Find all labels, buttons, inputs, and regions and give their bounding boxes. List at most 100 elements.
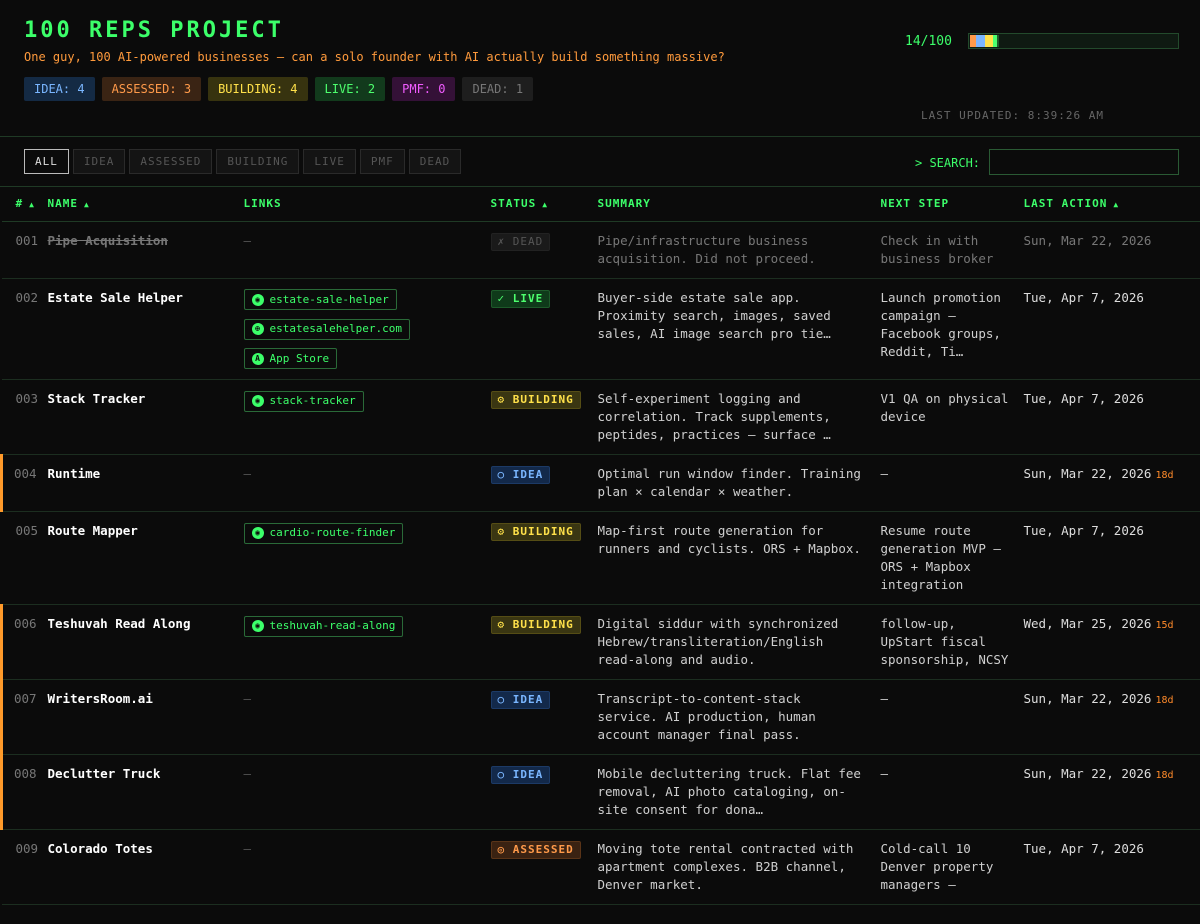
link-app-store[interactable]: A App Store xyxy=(243,348,338,369)
table-row[interactable]: 001 Pipe Acquisition — ✗ DEAD Pipe/infrastru… xyxy=(1,221,1200,279)
building-count-badge: BUILDING: 4 xyxy=(208,77,308,101)
project-last-action: Sun, Mar 22, 2026 xyxy=(1023,221,1200,279)
table-row[interactable]: 003 Stack Tracker ◉ stack-tracker ⚙ BUILDING… xyxy=(1,379,1200,455)
project-name: Stack Tracker xyxy=(47,379,244,455)
column-header-number[interactable]: # ▲ xyxy=(1,187,48,222)
project-last-action: Sun, Mar 22, 2026 18d xyxy=(1023,679,1200,755)
last-updated: LAST UPDATED: 8:39:26 AM xyxy=(921,109,1104,122)
sort-arrow-icon: ▲ xyxy=(542,200,549,210)
table-row[interactable]: 009 Colorado Totes — ◎ ASSESSED Moving tote … xyxy=(1,829,1200,905)
project-last-action: Tue, Apr 7, 2026 xyxy=(1023,511,1200,605)
project-summary: Transcript-to-content-stack service. AI … xyxy=(597,679,881,755)
project-summary: Moving tote rental contracted with apart… xyxy=(597,829,881,905)
link-globe[interactable]: ⊕ estatesalehelper.com xyxy=(243,318,410,340)
stale-days-badge: 18d xyxy=(1155,770,1174,781)
link-label: estatesalehelper.com xyxy=(269,322,402,335)
row-number: 001 xyxy=(1,221,48,279)
pmf-count-badge: PMF: 0 xyxy=(392,77,456,101)
github-icon: ◉ xyxy=(251,620,264,632)
table-row[interactable]: 006 Teshuvah Read Along ◉ teshuvah-read-alo… xyxy=(0,604,1200,680)
project-summary: Optimal run window finder. Training plan… xyxy=(597,454,881,512)
project-summary: Digital siddur with synchronized Hebrew/… xyxy=(597,604,881,680)
filter-pmf-button[interactable]: PMF xyxy=(359,149,405,174)
row-number: 009 xyxy=(1,829,48,905)
row-number: 006 xyxy=(0,604,48,680)
filter-dead-button[interactable]: DEAD xyxy=(408,149,462,174)
project-next-step: V1 QA on physical device xyxy=(880,379,1024,455)
column-header-name[interactable]: NAME ▲ xyxy=(47,187,244,222)
status-badge: ○ IDEA xyxy=(490,691,551,709)
progress-bar xyxy=(968,33,1179,49)
live-count-badge: LIVE: 2 xyxy=(314,77,386,101)
dead-count-badge: DEAD: 1 xyxy=(462,77,534,101)
sort-arrow-icon: ▲ xyxy=(1113,200,1120,210)
table-row[interactable]: 008 Declutter Truck — ○ IDEA Mobile declutte… xyxy=(0,754,1200,830)
link-github[interactable]: ◉ stack-tracker xyxy=(243,390,364,412)
table-header-row: # ▲ NAME ▲ LINKS STATUS ▲ SUMMARY NEXT STEP… xyxy=(1,187,1200,222)
filter-idea-button[interactable]: IDEA xyxy=(72,149,126,174)
project-name: Teshuvah Read Along xyxy=(47,604,244,680)
status-badge: ○ IDEA xyxy=(490,466,551,484)
project-status: ○ IDEA xyxy=(490,754,598,830)
last-action-date: Tue, Apr 7, 2026 xyxy=(1023,841,1144,856)
app-store-icon: A xyxy=(251,352,264,365)
idea-count-badge: IDEA: 4 xyxy=(24,77,95,101)
project-name: Route Mapper xyxy=(47,511,244,605)
page-header: 100 REPS PROJECT One guy, 100 AI-powered… xyxy=(0,0,1200,137)
progress-segment-dead xyxy=(997,35,1000,47)
link-label: stack-tracker xyxy=(269,394,356,407)
last-action-date: Tue, Apr 7, 2026 xyxy=(1023,289,1144,305)
page-title: 100 REPS PROJECT xyxy=(24,18,284,43)
stale-days-badge: 18d xyxy=(1155,695,1174,706)
link-github[interactable]: ◉ estate-sale-helper xyxy=(243,289,397,310)
link-label: cardio-route-finder xyxy=(269,526,396,539)
status-badge: ✓ LIVE xyxy=(490,289,551,308)
table-row[interactable]: 007 WritersRoom.ai — ○ IDEA Transcript-to-co… xyxy=(0,679,1200,755)
project-summary: Pipe/infrastructure business acquisition… xyxy=(597,221,881,279)
row-number: 002 xyxy=(1,278,48,380)
status-badge: ✗ DEAD xyxy=(490,232,551,251)
link-label: teshuvah-read-along xyxy=(269,619,396,632)
empty-links: — xyxy=(243,841,252,856)
project-last-action: Wed, Mar 25, 2026 15d xyxy=(1023,604,1200,680)
last-action-date: Tue, Apr 7, 2026 xyxy=(1023,391,1144,406)
github-icon: ◉ xyxy=(251,395,264,407)
last-action-date: Wed, Mar 25, 2026 xyxy=(1023,616,1152,631)
project-summary: Mobile decluttering truck. Flat fee remo… xyxy=(597,754,881,830)
table-row[interactable]: 004 Runtime — ○ IDEA Optimal run window find… xyxy=(0,454,1200,512)
last-action-date: Sun, Mar 22, 2026 xyxy=(1023,766,1152,781)
project-last-action: Tue, Apr 7, 2026 xyxy=(1023,278,1200,380)
status-badge: ○ IDEA xyxy=(490,766,551,784)
project-status: ⚙ BUILDING xyxy=(490,604,598,680)
assessed-count-badge: ASSESSED: 3 xyxy=(101,77,202,101)
project-status: ⚙ BUILDING xyxy=(490,379,598,455)
last-action-date: Tue, Apr 7, 2026 xyxy=(1023,523,1144,538)
project-last-action: Sun, Mar 22, 2026 18d xyxy=(1023,754,1200,830)
row-number: 005 xyxy=(1,511,48,605)
column-header-status[interactable]: STATUS ▲ xyxy=(490,187,598,222)
link-github[interactable]: ◉ cardio-route-finder xyxy=(243,522,404,544)
project-status: ✗ DEAD xyxy=(490,221,598,279)
project-name: Runtime xyxy=(47,454,244,512)
project-links: ◉ estate-sale-helper ⊕ estatesalehelper.com… xyxy=(243,278,491,380)
table-row[interactable]: 002 Estate Sale Helper ◉ estate-sale-helper… xyxy=(1,278,1200,380)
search-label: > SEARCH: xyxy=(915,156,981,170)
filter-all-button[interactable]: ALL xyxy=(24,149,69,174)
search-input[interactable] xyxy=(989,149,1179,175)
project-name: Estate Sale Helper xyxy=(47,278,244,380)
status-badge: ◎ ASSESSED xyxy=(490,841,581,859)
project-summary: Buyer-side estate sale app. Proximity se… xyxy=(597,278,881,380)
page-subtitle: One guy, 100 AI-powered businesses — can… xyxy=(24,50,725,64)
filter-live-button[interactable]: LIVE xyxy=(303,149,356,174)
project-next-step: Cold-call 10 Denver property managers — xyxy=(880,829,1024,905)
link-github[interactable]: ◉ teshuvah-read-along xyxy=(243,615,404,637)
column-header-last-action[interactable]: LAST ACTION ▲ xyxy=(1023,187,1200,222)
filter-assessed-button[interactable]: ASSESSED xyxy=(129,149,213,174)
row-number: 004 xyxy=(0,454,48,512)
table-row[interactable]: 005 Route Mapper ◉ cardio-route-finder ⚙ BUI… xyxy=(1,511,1200,605)
status-badge: ⚙ BUILDING xyxy=(490,391,581,409)
project-links: ◉ teshuvah-read-along xyxy=(243,604,491,680)
filter-building-button[interactable]: BUILDING xyxy=(216,149,300,174)
status-badge: ⚙ BUILDING xyxy=(490,523,581,541)
project-name: Declutter Truck xyxy=(47,754,244,830)
